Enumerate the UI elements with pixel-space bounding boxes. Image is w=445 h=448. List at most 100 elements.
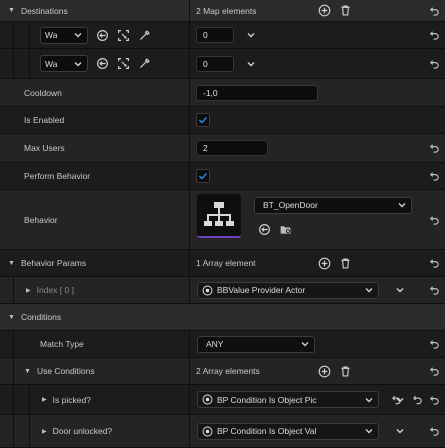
match-type-value: ANY: [206, 339, 224, 349]
browse-icon[interactable]: [117, 29, 130, 42]
blueprint-class-icon: [202, 426, 213, 437]
reset-to-default-icon[interactable]: [429, 214, 440, 225]
chevron-down-icon: [364, 285, 374, 295]
destination-key-label: Wa: [45, 30, 58, 40]
parent-reset-icons: [391, 394, 423, 405]
reset-to-default-icon[interactable]: [429, 5, 440, 16]
cooldown-field[interactable]: -1,0: [196, 84, 318, 101]
collapse-triangle-icon[interactable]: ▼: [8, 7, 15, 14]
destination-key-combo[interactable]: Wa: [40, 55, 88, 72]
reset-to-default-icon[interactable]: [429, 58, 440, 69]
destinations-label: Destinations: [20, 5, 68, 16]
eyedropper-icon[interactable]: [138, 57, 151, 70]
perform-behavior-row: Perform Behavior: [0, 163, 445, 190]
chevron-down-icon: [300, 339, 310, 349]
index-value-combo[interactable]: BBValue Provider Actor: [197, 281, 379, 299]
reset-to-default-icon[interactable]: [429, 285, 440, 296]
reset-to-default-icon[interactable]: [391, 394, 402, 405]
blueprint-class-icon: [202, 285, 213, 296]
destination-value-field[interactable]: 0: [196, 55, 234, 72]
destinations-row: ▼ Destinations 2 Map elements: [0, 0, 445, 22]
behavior-params-label: Behavior Params: [20, 258, 87, 268]
cooldown-label: Cooldown: [24, 87, 62, 98]
conditions-header[interactable]: ▼ Conditions: [8, 304, 61, 330]
condition-item-header[interactable]: ▶ Is picked?: [42, 385, 91, 414]
chevron-down-icon: [364, 395, 374, 405]
condition-class-combo[interactable]: BP Condition Is Object Val: [197, 422, 379, 440]
match-type-label: Match Type: [40, 339, 84, 349]
max-users-field[interactable]: 2: [196, 140, 268, 156]
destination-key-combo[interactable]: Wa: [40, 26, 88, 44]
browse-icon[interactable]: [117, 57, 130, 70]
index-value-label: BBValue Provider Actor: [217, 285, 306, 295]
perform-behavior-checkbox[interactable]: [196, 169, 210, 183]
behavior-row: Behavior BT_OpenDoor: [0, 190, 445, 250]
reset-to-default-icon[interactable]: [429, 143, 440, 154]
collapse-triangle-icon[interactable]: ▼: [8, 314, 15, 321]
behavior-params-count: 1 Array element: [196, 258, 256, 268]
behavior-tree-thumbnail[interactable]: [197, 194, 241, 238]
collapse-triangle-icon[interactable]: ▼: [8, 260, 15, 267]
chevron-down-icon[interactable]: [246, 59, 256, 69]
chevron-down-icon: [364, 426, 374, 436]
behavior-params-index-row: ▶ Index [ 0 ] BBValue Provider Actor: [0, 277, 445, 304]
behavior-asset-combo[interactable]: BT_OpenDoor: [254, 196, 412, 214]
destination-value-field[interactable]: 0: [196, 27, 234, 43]
chevron-down-icon: [73, 30, 83, 40]
browse-folder-icon[interactable]: [279, 223, 292, 236]
reset-to-default-icon[interactable]: [429, 426, 440, 437]
reset-to-default-icon[interactable]: [429, 339, 440, 350]
condition-class-combo[interactable]: BP Condition Is Object Pic: [197, 391, 379, 408]
index-header[interactable]: ▶ Index [ 0 ]: [26, 277, 74, 303]
behavior-asset-name: BT_OpenDoor: [263, 200, 318, 210]
condition-item-header[interactable]: ▶ Door unlocked?: [42, 415, 112, 447]
trash-icon[interactable]: [339, 4, 352, 17]
expand-triangle-icon[interactable]: ▶: [42, 428, 47, 435]
expand-triangle-icon[interactable]: ▶: [42, 396, 47, 403]
destinations-count: 2 Map elements: [196, 5, 257, 16]
use-conditions-header[interactable]: ▼ Use Conditions: [24, 358, 95, 384]
reset-to-default-icon[interactable]: [412, 394, 423, 405]
add-element-icon[interactable]: [318, 365, 331, 378]
collapse-triangle-icon[interactable]: ▼: [24, 368, 31, 375]
chevron-down-icon[interactable]: [395, 285, 405, 295]
max-users-label: Max Users: [24, 143, 65, 153]
reset-to-default-icon[interactable]: [429, 258, 440, 269]
trash-icon[interactable]: [339, 257, 352, 270]
is-enabled-checkbox[interactable]: [196, 113, 210, 127]
condition-item-label: Is picked?: [52, 394, 91, 405]
reset-to-default-icon[interactable]: [429, 366, 440, 377]
reset-to-default-icon[interactable]: [429, 30, 440, 41]
add-element-icon[interactable]: [318, 4, 331, 17]
condition-class-label: BP Condition Is Object Val: [217, 426, 317, 436]
behavior-params-row: ▼ Behavior Params 1 Array element: [0, 250, 445, 277]
use-conditions-row: ▼ Use Conditions 2 Array elements: [0, 358, 445, 385]
destinations-header[interactable]: ▼ Destinations: [8, 0, 68, 21]
trash-icon[interactable]: [339, 365, 352, 378]
reset-to-default-icon[interactable]: [429, 394, 440, 405]
match-type-row: Match Type ANY: [0, 331, 445, 358]
is-enabled-row: Is Enabled: [0, 107, 445, 134]
chevron-down-icon[interactable]: [246, 30, 256, 40]
details-panel: ▼ Destinations 2 Map elements Wa 0 Wa 0 …: [0, 0, 445, 448]
reset-to-default-icon[interactable]: [429, 171, 440, 182]
eyedropper-icon[interactable]: [138, 29, 151, 42]
behavior-tree-icon: [204, 202, 234, 226]
blueprint-class-icon: [202, 394, 213, 405]
condition-item-row: ▶ Is picked? BP Condition Is Object Pic: [0, 385, 445, 415]
use-selected-icon[interactable]: [96, 57, 109, 70]
match-type-combo[interactable]: ANY: [197, 335, 315, 353]
use-conditions-count: 2 Array elements: [196, 366, 260, 376]
chevron-down-icon[interactable]: [395, 426, 405, 436]
add-element-icon[interactable]: [318, 257, 331, 270]
conditions-label: Conditions: [20, 312, 62, 322]
max-users-row: Max Users 2: [0, 134, 445, 163]
destination-entry-row: Wa 0: [0, 49, 445, 79]
destination-entry-row: Wa 0: [0, 22, 445, 49]
use-selected-icon[interactable]: [96, 29, 109, 42]
behavior-params-header[interactable]: ▼ Behavior Params: [8, 250, 86, 276]
cooldown-row: Cooldown -1,0: [0, 79, 445, 107]
expand-triangle-icon[interactable]: ▶: [26, 287, 31, 294]
destination-key-label: Wa: [45, 58, 58, 69]
use-selected-icon[interactable]: [258, 223, 271, 236]
